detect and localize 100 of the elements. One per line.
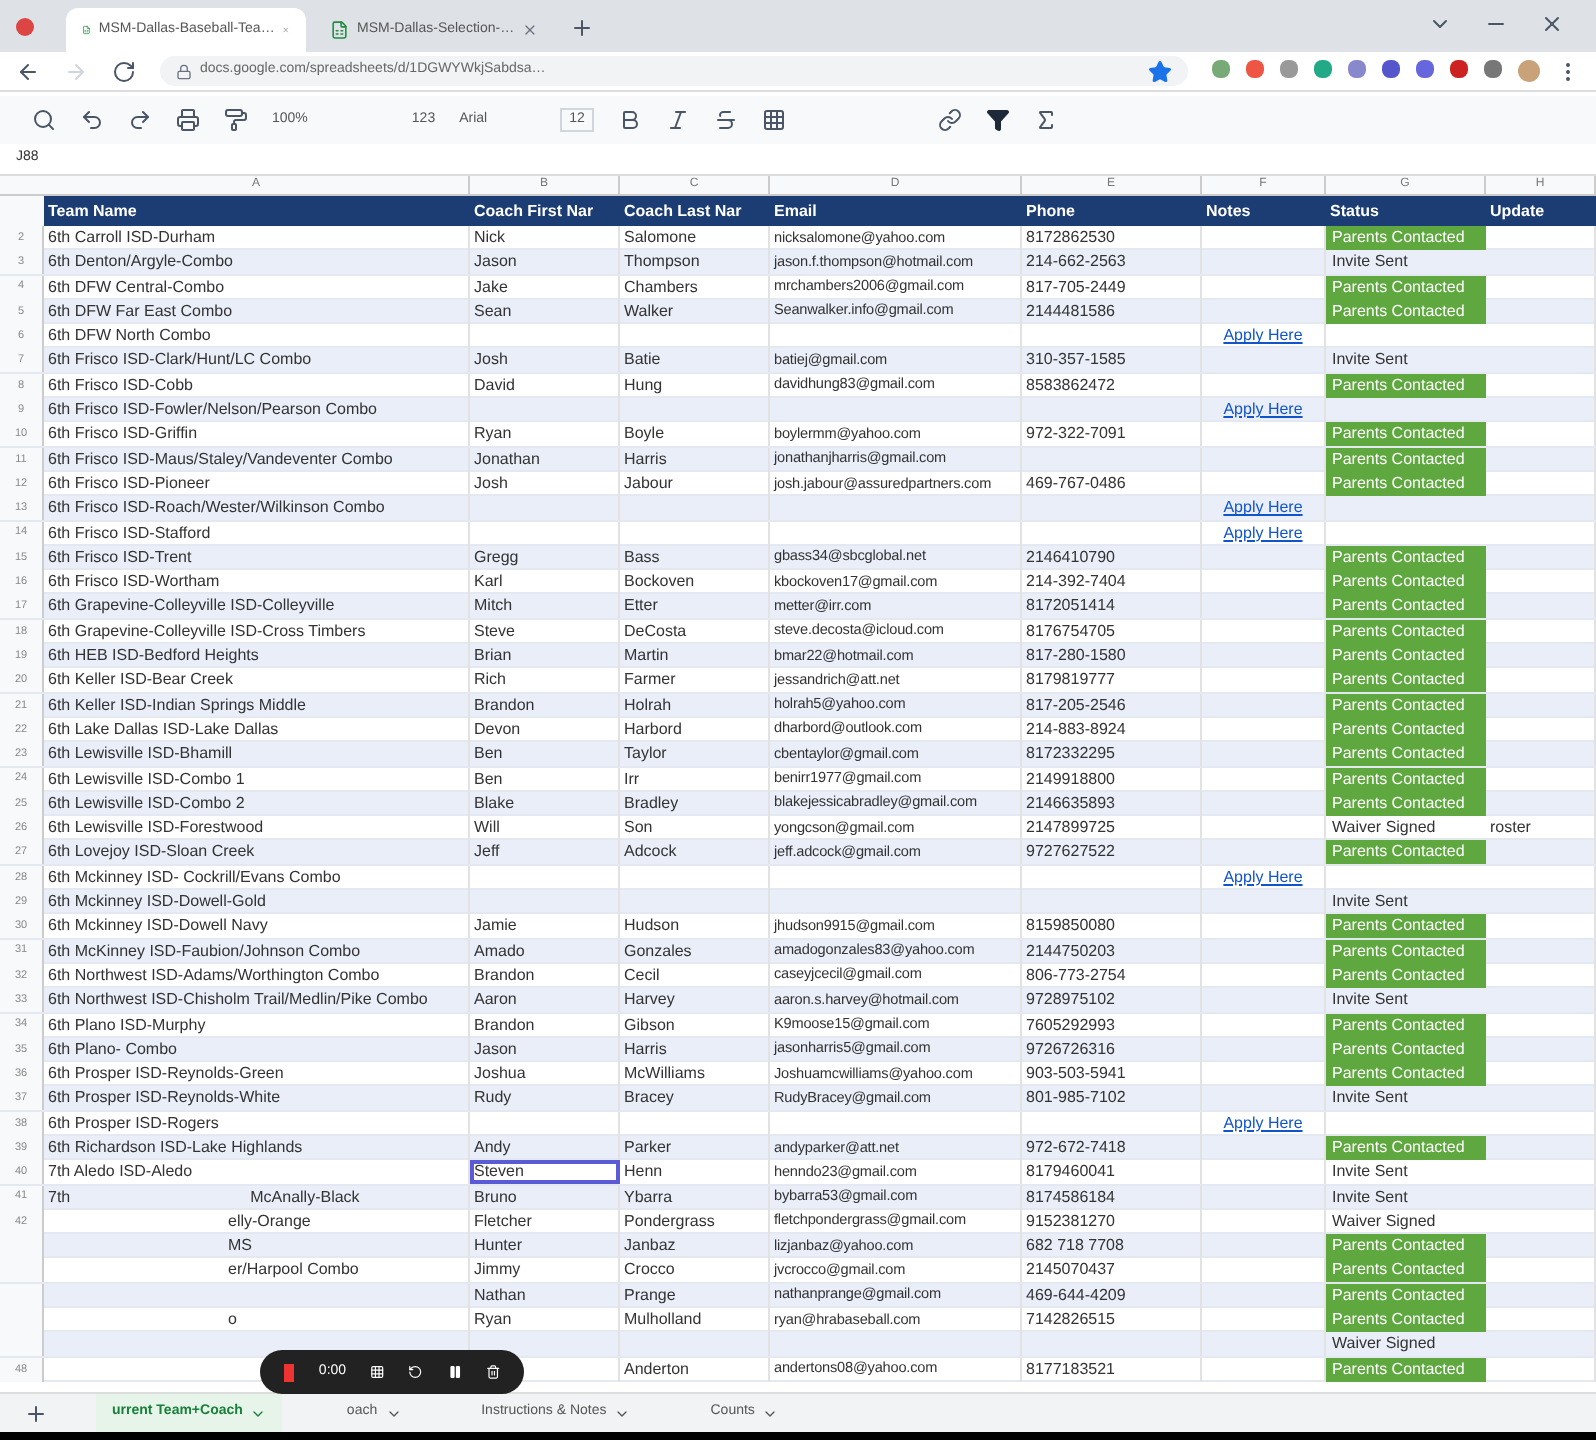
phone-number: 8176754705	[1026, 619, 1115, 644]
functions-icon[interactable]	[1034, 108, 1059, 132]
grid-icon[interactable]	[370, 1360, 385, 1384]
status-chip: Parents Contacted	[1326, 1013, 1486, 1037]
team-name: 6th DFW North Combo	[48, 324, 211, 349]
apply-link[interactable]: Apply Here	[1223, 865, 1303, 890]
apply-link[interactable]: Apply Here	[1223, 521, 1303, 546]
add-sheet-icon[interactable]	[24, 1401, 48, 1425]
back-icon[interactable]	[16, 59, 40, 83]
search-icon[interactable]	[32, 108, 56, 132]
column-header[interactable]: Coach First Nar	[470, 196, 620, 226]
last-name: Martin	[624, 644, 669, 669]
team-name: 6th Grapevine-Colleyville ISD-Cross Timbers	[48, 619, 366, 644]
first-name: Brandon	[474, 693, 535, 718]
team-name: McAnally-Black	[248, 1185, 360, 1210]
apply-link[interactable]: Apply Here	[1223, 1111, 1303, 1136]
bold-icon[interactable]	[618, 108, 643, 132]
team-name: 6th Frisco ISD-Griffin	[48, 422, 198, 447]
trash-icon[interactable]	[485, 1360, 500, 1384]
bookmark-star-icon[interactable]	[1148, 59, 1172, 83]
restart-icon[interactable]	[408, 1360, 424, 1384]
first-name: Devon	[474, 717, 521, 742]
last-name: DeCosta	[624, 619, 687, 644]
column-header[interactable]: Phone	[1022, 196, 1202, 226]
first-name: Blake	[474, 791, 515, 816]
team-name: 6th Denton/Argyle-Combo	[48, 250, 233, 275]
new-tab-icon[interactable]	[570, 16, 594, 40]
team-name: 6th DFW Far East Combo	[48, 299, 233, 324]
apply-link[interactable]: Apply Here	[1223, 324, 1303, 349]
borders-icon[interactable]	[762, 108, 787, 132]
phone-number: 214-392-7404	[1026, 570, 1126, 595]
column-header[interactable]: Notes	[1202, 196, 1326, 226]
italic-icon[interactable]	[666, 108, 691, 132]
status-chip: Parents Contacted	[1326, 1308, 1486, 1333]
phone-number: 9727627522	[1026, 840, 1115, 865]
team-name: 6th Lewisville ISD-Combo 2	[48, 791, 245, 816]
link-icon[interactable]	[938, 108, 963, 132]
status-chip: Parents Contacted	[1326, 939, 1486, 964]
first-name: Rich	[474, 668, 507, 693]
apply-link[interactable]: Apply Here	[1223, 398, 1303, 423]
team-name: 6th Keller ISD-Bear Creek	[48, 668, 233, 693]
last-name: Harbord	[624, 717, 682, 742]
team-name: 6th Frisco ISD-Wortham	[48, 570, 220, 595]
team-name: 6th Carroll ISD-Durham	[48, 226, 216, 250]
status-text: Waiver Signed	[1330, 1332, 1438, 1357]
last-name: Prange	[624, 1283, 676, 1308]
status-chip: Parents Contacted	[1326, 914, 1486, 939]
column-header[interactable]: Status	[1326, 196, 1486, 226]
phone-number: 2146635893	[1026, 791, 1115, 816]
first-name: Brandon	[474, 1013, 535, 1037]
redo-icon[interactable]	[128, 108, 152, 132]
phone-number: 8172051414	[1026, 594, 1115, 619]
window-icon[interactable]	[16, 18, 34, 36]
phone-number: 972-322-7091	[1026, 422, 1126, 447]
status-chip: Parents Contacted	[1326, 840, 1486, 865]
last-name: Boyle	[624, 422, 665, 447]
filter-icon[interactable]	[986, 108, 1011, 132]
status-chip: Parents Contacted	[1326, 373, 1486, 398]
phone-number: 9728975102	[1026, 988, 1115, 1013]
last-name: Bradley	[624, 791, 679, 816]
apply-link[interactable]: Apply Here	[1223, 496, 1303, 521]
status-chip: Parents Contacted	[1326, 742, 1486, 767]
status-chip: Parents Contacted	[1326, 545, 1486, 570]
close-icon[interactable]	[522, 20, 538, 40]
first-name: Josh	[474, 348, 508, 373]
last-name: Gonzales	[624, 939, 692, 964]
status-chip: Parents Contacted	[1326, 791, 1486, 816]
column-header[interactable]: Team Name	[44, 196, 470, 226]
phone-number: 903-503-5941	[1026, 1062, 1126, 1087]
first-name: Jason	[474, 1037, 517, 1062]
team-name: 6th Frisco ISD-Pioneer	[48, 471, 210, 496]
status-text: Invite Sent	[1330, 250, 1410, 275]
team-name: 6th Prosper ISD-Reynolds-White	[48, 1086, 281, 1111]
lock-icon	[176, 63, 192, 79]
first-name: Ryan	[474, 1308, 512, 1333]
undo-icon[interactable]	[80, 108, 104, 132]
stop-icon[interactable]	[284, 1363, 295, 1381]
pause-icon[interactable]	[447, 1360, 462, 1384]
first-name: Karl	[474, 570, 503, 595]
phone-number: 214-883-8924	[1026, 717, 1126, 742]
strikethrough-icon[interactable]	[714, 108, 739, 132]
status-chip: Parents Contacted	[1326, 767, 1486, 792]
team-name: 6th Lake Dallas ISD-Lake Dallas	[48, 717, 279, 742]
column-header[interactable]: Update	[1486, 196, 1596, 226]
phone-number: 310-357-1585	[1026, 348, 1126, 373]
team-name: 6th Frisco ISD-Clark/Hunt/LC Combo	[48, 348, 312, 373]
print-icon[interactable]	[176, 108, 200, 132]
phone-number: 8179460041	[1026, 1160, 1115, 1185]
close-icon[interactable]	[1540, 12, 1564, 36]
last-name: Bass	[624, 545, 660, 570]
last-name: Irr	[624, 767, 640, 792]
last-name: Henn	[624, 1160, 663, 1185]
column-header[interactable]: Coach Last Nar	[620, 196, 770, 226]
phone-number: 8177183521	[1026, 1357, 1115, 1382]
status-text: Waiver Signed	[1330, 1209, 1438, 1234]
column-header[interactable]: Email	[770, 196, 1022, 226]
last-name: Cecil	[624, 963, 660, 988]
team-name: 6th Frisco ISD-Roach/Wester/Wilkinson Combo	[48, 496, 385, 521]
reload-icon[interactable]	[112, 59, 136, 83]
paint-format-icon[interactable]	[224, 108, 248, 132]
